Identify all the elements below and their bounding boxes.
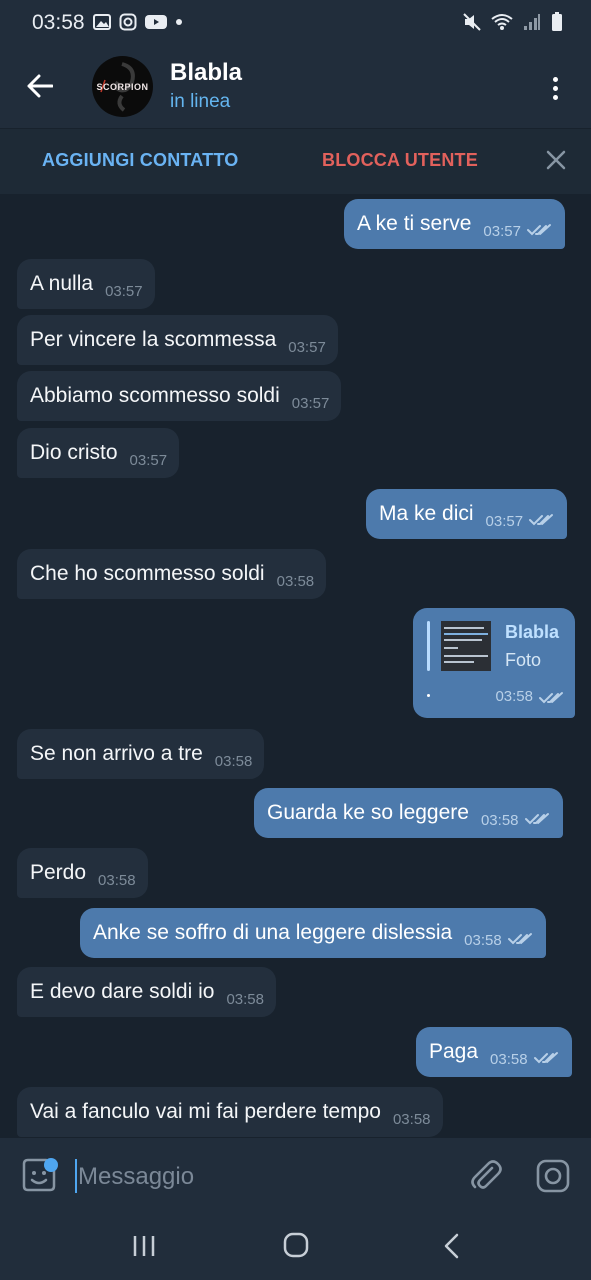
status-bar: 03:58: [0, 0, 591, 46]
message-bubble-incoming[interactable]: A nulla 03:57: [17, 259, 155, 309]
message-text: Ma ke dici: [379, 502, 474, 525]
more-options-button[interactable]: [539, 68, 571, 108]
text-cursor: [75, 1159, 77, 1193]
message-time: 03:57: [291, 394, 330, 412]
dot-icon: [176, 19, 182, 25]
message-bubble-incoming[interactable]: Che ho scommesso soldi 03:58: [17, 549, 327, 599]
message-time: 03:58: [495, 688, 533, 705]
message-time: 03:57: [483, 222, 521, 240]
message-bubble-incoming[interactable]: E devo dare soldi io 03:58: [17, 967, 276, 1017]
message-bubble-outgoing[interactable]: Ma ke dici 03:57: [366, 489, 568, 539]
avatar-text: SCORPION: [96, 81, 149, 92]
instagram-icon: [119, 13, 137, 31]
close-icon[interactable]: [545, 149, 567, 171]
message-time: 03:57: [129, 451, 168, 469]
message-bubble-incoming[interactable]: Vai a fanculo vai mi fai perdere tempo 0…: [17, 1087, 443, 1137]
message-time: 03:58: [490, 1050, 528, 1068]
chat-header: SCORPION Blabla in linea: [0, 46, 591, 128]
reply-indicator: [427, 621, 430, 671]
recent-apps-icon[interactable]: [130, 1232, 158, 1260]
gallery-icon: [93, 14, 111, 30]
block-user-button[interactable]: BLOCCA UTENTE: [322, 150, 478, 171]
contact-action-bar: AGGIUNGI CONTATTO BLOCCA UTENTE: [0, 128, 591, 194]
youtube-icon: [145, 15, 167, 29]
message-bubble-outgoing[interactable]: A ke ti serve 03:57: [344, 199, 565, 249]
nav-back-icon[interactable]: [440, 1232, 464, 1260]
message-text: Se non arrivo a tre: [30, 742, 203, 765]
message-bubble-outgoing[interactable]: Anke se soffro di una leggere dislessia …: [80, 908, 546, 958]
message-time: 03:57: [485, 512, 524, 530]
message-composer: [0, 1138, 591, 1212]
message-bubble-outgoing[interactable]: Paga 03:58: [416, 1027, 572, 1077]
photo-dot: [427, 694, 430, 697]
message-text: Anke se soffro di una leggere dislessia: [93, 921, 453, 944]
double-check-icon: [539, 691, 563, 703]
notification-dot: [44, 1158, 58, 1172]
double-check-icon: [526, 224, 551, 236]
reply-type: Foto: [505, 650, 542, 670]
message-text: Per vincere la scommessa: [30, 328, 277, 351]
message-bubble-reply-photo[interactable]: Blabla Foto 03:58: [413, 608, 575, 718]
avatar[interactable]: SCORPION: [92, 56, 153, 117]
message-time: 03:58: [480, 811, 519, 829]
reply-author: Blabla: [505, 622, 560, 642]
home-icon[interactable]: [281, 1230, 311, 1260]
message-time: 03:58: [276, 572, 315, 590]
message-input[interactable]: [78, 1162, 448, 1192]
message-text: Guarda ke so leggere: [267, 801, 469, 824]
message-time: 03:57: [105, 282, 143, 300]
message-text: Vai a fanculo vai mi fai perdere tempo: [30, 1100, 381, 1123]
double-check-icon: [533, 1052, 558, 1064]
message-bubble-outgoing[interactable]: Guarda ke so leggere 03:58: [254, 788, 563, 838]
message-time: 03:58: [392, 1110, 431, 1128]
battery-icon: [552, 12, 562, 31]
add-contact-button[interactable]: AGGIUNGI CONTATTO: [42, 150, 238, 171]
double-check-icon: [529, 514, 554, 526]
message-bubble-incoming[interactable]: Se non arrivo a tre 03:58: [17, 729, 265, 779]
message-text: A ke ti serve: [357, 212, 472, 235]
message-text: Che ho scommesso soldi: [30, 562, 265, 585]
message-bubble-incoming[interactable]: Per vincere la scommessa 03:57: [17, 315, 338, 365]
message-bubble-incoming[interactable]: Perdo 03:58: [17, 848, 148, 898]
double-check-icon: [507, 933, 532, 945]
message-text: A nulla: [30, 272, 94, 295]
status-time: 03:58: [32, 11, 85, 34]
system-nav-bar: [0, 1212, 591, 1280]
message-time: 03:57: [288, 338, 326, 356]
message-text: Dio cristo: [30, 441, 118, 464]
message-time: 03:58: [214, 752, 253, 770]
mute-icon: [463, 13, 481, 31]
message-time: 03:58: [464, 931, 502, 949]
message-text: Abbiamo scommesso soldi: [30, 384, 280, 407]
double-check-icon: [524, 813, 549, 825]
message-time: 03:58: [98, 871, 136, 889]
more-vertical-icon: [552, 76, 558, 82]
camera-icon[interactable]: [535, 1158, 571, 1194]
message-text: Paga: [429, 1040, 479, 1063]
arrow-left-icon: [27, 74, 53, 98]
photo-thumbnail[interactable]: [441, 621, 491, 671]
message-text: Perdo: [30, 861, 87, 884]
wifi-icon: [491, 14, 513, 30]
message-time: 03:58: [226, 990, 264, 1008]
signal-icon: [524, 14, 540, 30]
message-bubble-incoming[interactable]: Dio cristo 03:57: [17, 428, 180, 478]
chat-status: in linea: [170, 91, 231, 112]
chat-title[interactable]: Blabla: [170, 59, 242, 87]
message-bubble-incoming[interactable]: Abbiamo scommesso soldi 03:57: [17, 371, 342, 421]
message-text: E devo dare soldi io: [30, 980, 215, 1003]
back-button[interactable]: [22, 66, 58, 106]
paperclip-icon[interactable]: [468, 1158, 504, 1194]
message-list[interactable]: A ke ti serve 03:57 A nulla 03:57 Per vi…: [0, 194, 591, 1138]
